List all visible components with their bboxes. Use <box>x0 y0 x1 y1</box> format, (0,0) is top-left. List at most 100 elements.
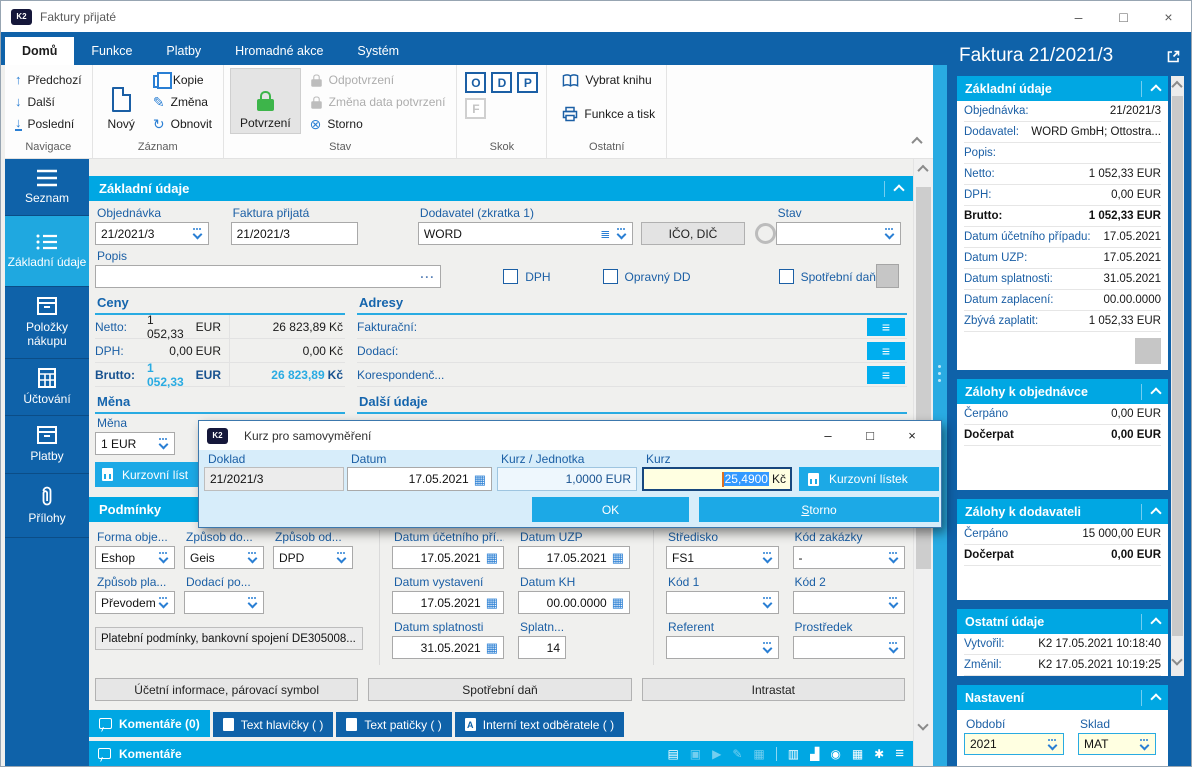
sidebar-item-prilohy[interactable]: Přílohy <box>5 474 89 538</box>
refresh-button[interactable]: ↻ Obnovit <box>148 114 217 134</box>
address-menu-button[interactable] <box>867 318 905 336</box>
dph-checkbox[interactable] <box>503 269 518 284</box>
kurzovni-listek-button[interactable]: Kurzovní lístek <box>799 467 939 491</box>
more-icon[interactable]: ··· <box>420 270 435 284</box>
ucetni-informace-button[interactable]: Účetní informace, párovací symbol <box>95 678 358 701</box>
expand-panel-button[interactable] <box>1166 49 1181 64</box>
next-button[interactable]: ↓ Další <box>11 92 86 112</box>
opravny-dd-checkbox[interactable] <box>603 269 618 284</box>
panel-splitter[interactable] <box>933 65 947 766</box>
stredisko-combo[interactable]: FS1 <box>666 546 779 569</box>
dropdown-icon[interactable] <box>616 228 627 239</box>
storno-button[interactable]: Storno <box>699 497 939 522</box>
functions-print-button[interactable]: Funkce a tisk <box>557 104 660 124</box>
tab-funkce[interactable]: Funkce <box>74 37 149 65</box>
dropdown-icon[interactable] <box>1047 739 1058 750</box>
kurz-input[interactable]: 25,4900 Kč <box>642 467 792 491</box>
dropdown-icon[interactable] <box>192 228 203 239</box>
calendar-icon[interactable]: ▦ <box>612 596 624 609</box>
faktura-input[interactable]: 21/2021/3 <box>231 222 358 245</box>
jump-o-button[interactable]: O <box>465 72 486 93</box>
users-icon[interactable] <box>830 748 840 760</box>
sidebar-item-platby[interactable]: Platby <box>5 416 89 474</box>
storno-button[interactable]: ⊗ Storno <box>305 114 451 134</box>
datum-uzp-input[interactable]: 17.05.2021▦ <box>518 546 630 569</box>
obdobi-combo[interactable]: 2021 <box>964 733 1064 755</box>
maximize-button[interactable]: □ <box>1101 1 1146 32</box>
copy-button[interactable]: Kopie <box>148 70 217 90</box>
datum-vystaveni-input[interactable]: 17.05.2021▦ <box>392 591 504 614</box>
popis-input[interactable]: ··· <box>95 265 441 288</box>
sklad-combo[interactable]: MAT <box>1078 733 1156 755</box>
tab-system[interactable]: Systém <box>340 37 416 65</box>
dropdown-icon[interactable] <box>884 228 895 239</box>
scroll-down-icon[interactable] <box>1171 654 1182 665</box>
panel-scrollbar[interactable] <box>1171 76 1184 676</box>
collapse-section-button[interactable] <box>884 181 903 197</box>
dropdown-icon[interactable] <box>888 597 899 608</box>
tab-domu[interactable]: Domů <box>5 37 74 65</box>
settings-icon[interactable] <box>874 748 884 760</box>
scrollbar-thumb[interactable] <box>1172 96 1183 636</box>
datum-field[interactable]: 17.05.2021▦ <box>347 467 492 491</box>
dropdown-icon[interactable] <box>247 597 258 608</box>
collapse-card-button[interactable] <box>1141 690 1160 706</box>
dialog-minimize-button[interactable]: – <box>807 428 849 443</box>
previous-button[interactable]: ↑ Předchozí <box>11 70 86 90</box>
datum-ucetniho-pripadu-input[interactable]: 17.05.2021▦ <box>392 546 504 569</box>
calendar-icon[interactable]: ▦ <box>486 641 498 654</box>
dropdown-icon[interactable] <box>336 552 347 563</box>
dialog-maximize-button[interactable]: □ <box>849 428 891 443</box>
kod2-combo[interactable] <box>793 591 906 614</box>
address-menu-button[interactable] <box>867 366 905 384</box>
confirm-button[interactable]: Potvrzení <box>230 68 301 134</box>
tab-hromadne-akce[interactable]: Hromadné akce <box>218 37 340 65</box>
sidebar-item-seznam[interactable]: Seznam <box>5 159 89 216</box>
calendar-icon[interactable]: ▦ <box>612 551 624 564</box>
tab-text-hlavicky[interactable]: Text hlavičky ( ) <box>213 712 334 737</box>
change-button[interactable]: ✎ Změna <box>148 92 217 112</box>
columns-icon[interactable] <box>852 748 863 760</box>
sidebar-item-zakladni-udaje[interactable]: Základní údaje <box>5 216 89 287</box>
tab-komentare[interactable]: Komentáře (0) <box>89 710 210 737</box>
calendar-icon[interactable]: ▦ <box>486 551 498 564</box>
ico-dic-button[interactable]: IČO, DIČ <box>641 222 744 245</box>
tab-text-paticky[interactable]: Text patičky ( ) <box>336 712 451 737</box>
dropdown-icon[interactable] <box>158 597 169 608</box>
dialog-close-button[interactable]: × <box>891 428 933 443</box>
prostredek-combo[interactable] <box>793 636 906 659</box>
splatnost-input[interactable]: 14 <box>518 636 566 659</box>
collapse-ribbon-button[interactable] <box>913 134 921 148</box>
datum-kh-input[interactable]: 00.00.0000▦ <box>518 591 630 614</box>
calendar-icon[interactable]: ▦ <box>486 596 498 609</box>
zpusob-dopravy-combo[interactable]: Geis <box>184 546 264 569</box>
scroll-up-icon[interactable] <box>917 165 928 176</box>
spotrebni-dan-button[interactable]: Spotřební daň <box>368 678 631 701</box>
address-menu-button[interactable] <box>867 342 905 360</box>
forma-objednani-combo[interactable]: Eshop <box>95 546 175 569</box>
spotrebni-dan-checkbox[interactable] <box>779 269 794 284</box>
tab-interni-text[interactable]: A Interní text odběratele ( ) <box>455 712 624 737</box>
dropdown-icon[interactable] <box>762 552 773 563</box>
kod-zakazky-combo[interactable]: - <box>793 546 906 569</box>
mena-combo[interactable]: 1 EUR <box>95 432 175 455</box>
collapse-card-button[interactable] <box>1141 384 1160 400</box>
calendar-icon[interactable]: ▦ <box>474 473 486 486</box>
kod1-combo[interactable] <box>666 591 779 614</box>
ok-button[interactable]: OK <box>532 497 689 522</box>
collapse-card-button[interactable] <box>1141 81 1160 97</box>
minimize-button[interactable]: – <box>1056 1 1101 32</box>
select-book-button[interactable]: Vybrat knihu <box>557 70 660 90</box>
lookup-icon[interactable]: ≣ <box>600 227 610 241</box>
dropdown-icon[interactable] <box>762 642 773 653</box>
dropdown-icon[interactable] <box>1139 739 1150 750</box>
close-button[interactable]: × <box>1146 1 1191 32</box>
last-button[interactable]: ↓ Poslední <box>11 114 86 134</box>
stav-combo[interactable] <box>776 222 901 245</box>
jump-d-button[interactable]: D <box>491 72 512 93</box>
print-icon[interactable] <box>788 748 799 760</box>
dropdown-icon[interactable] <box>158 552 169 563</box>
dropdown-icon[interactable] <box>247 552 258 563</box>
dodaci-podminky-combo[interactable] <box>184 591 264 614</box>
scroll-down-icon[interactable] <box>917 719 928 730</box>
